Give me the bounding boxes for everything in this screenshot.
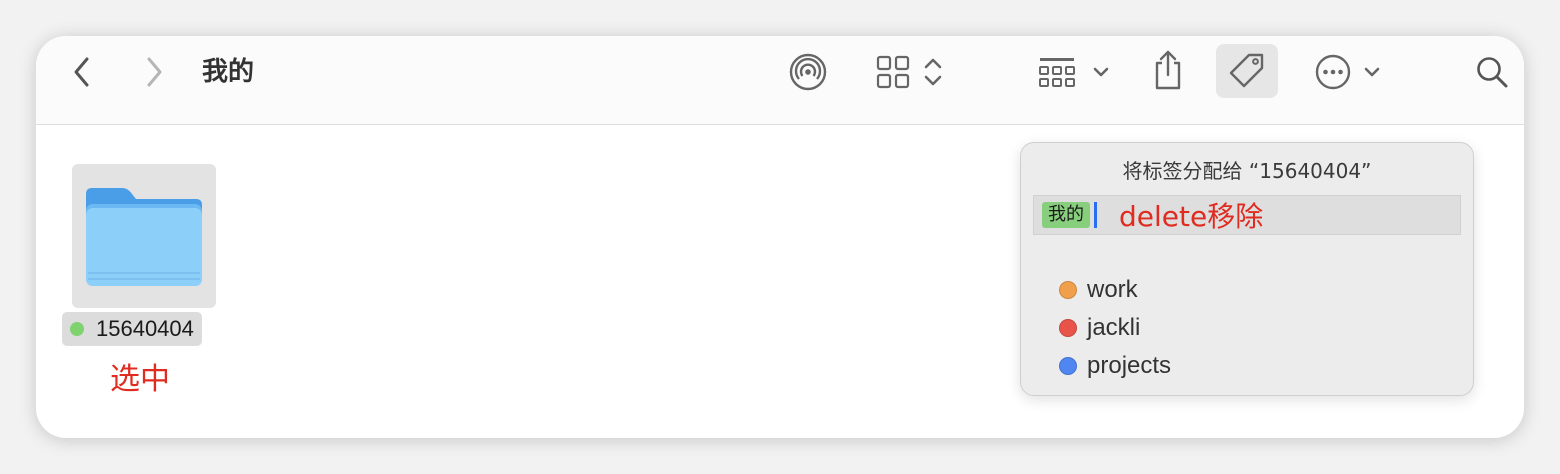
- tag-option-jackli[interactable]: jackli: [1059, 309, 1171, 347]
- forward-button[interactable]: [134, 54, 174, 90]
- tag-color-dot: [1059, 281, 1077, 299]
- view-options-button[interactable]: [872, 50, 948, 94]
- tag-input-field[interactable]: 我的 delete移除: [1033, 195, 1461, 235]
- group-by-button[interactable]: [1034, 50, 1114, 94]
- tag-popover: 将标签分配给 “15640404” 我的 delete移除 work jackl…: [1020, 142, 1474, 396]
- more-actions-button[interactable]: [1310, 50, 1386, 94]
- share-icon: [1155, 50, 1181, 90]
- tag-option-label: work: [1087, 276, 1138, 303]
- tag-button[interactable]: [1216, 44, 1278, 98]
- file-tag-dot: [70, 322, 84, 336]
- tag-option-label: jackli: [1087, 314, 1141, 341]
- grid-view-icon: [876, 55, 910, 89]
- ellipsis-circle-icon: [1315, 54, 1351, 90]
- tag-color-dot: [1059, 319, 1077, 337]
- annotation-delete: delete移除: [1119, 200, 1264, 233]
- text-caret: [1094, 202, 1097, 228]
- file-name: 15640404: [96, 316, 194, 341]
- window-title: 我的: [202, 57, 255, 87]
- chevron-down-icon: [1364, 67, 1380, 77]
- finder-window: 我的 15640404 选中 将标签分配给 “15640404” 我的 dele…: [36, 36, 1524, 438]
- search-icon: [1477, 57, 1508, 88]
- chevron-left-icon: [74, 57, 89, 87]
- search-button[interactable]: [1470, 50, 1514, 94]
- chevron-up-down-icon: [924, 58, 942, 86]
- annotation-selected: 选中: [110, 362, 170, 397]
- group-by-icon: [1039, 58, 1075, 87]
- folder-icon: [86, 188, 202, 286]
- chevron-down-icon: [1093, 67, 1109, 77]
- chevron-right-icon: [147, 57, 162, 87]
- airdrop-button[interactable]: [784, 50, 832, 94]
- tag-option-label: projects: [1087, 352, 1172, 379]
- tag-color-dot: [1059, 357, 1077, 375]
- tag-suggestion-list: work jackli projects: [1059, 271, 1171, 385]
- back-button[interactable]: [62, 54, 102, 90]
- popover-title: 将标签分配给 “15640404”: [1122, 159, 1372, 183]
- toolbar: 我的: [36, 36, 1524, 125]
- tag-token[interactable]: 我的: [1042, 202, 1090, 228]
- file-icon-selection[interactable]: [72, 164, 216, 308]
- tag-option-projects[interactable]: projects: [1059, 347, 1171, 385]
- tag-icon: [1229, 53, 1264, 88]
- file-name-label-box[interactable]: 15640404: [62, 312, 202, 346]
- airdrop-icon: [789, 53, 827, 91]
- share-button[interactable]: [1146, 48, 1190, 92]
- tag-option-work[interactable]: work: [1059, 271, 1171, 309]
